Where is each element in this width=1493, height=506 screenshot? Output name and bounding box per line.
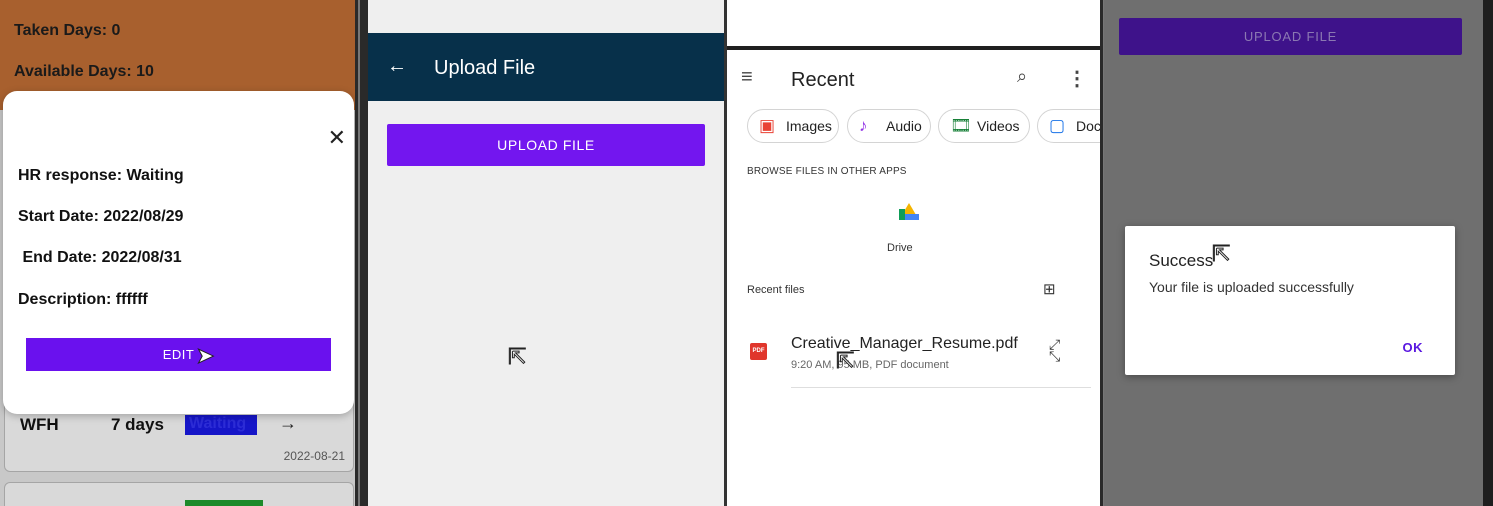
leave-date: 2022-08-21: [283, 449, 345, 463]
audio-icon: ♪: [859, 116, 868, 135]
upload-file-button[interactable]: UPLOAD FILE: [1119, 18, 1462, 55]
chip-label: Audio: [886, 118, 922, 134]
chip-label: Images: [786, 118, 832, 134]
section-heading: Recent files: [747, 284, 805, 296]
file-name: Creative_Manager_Resume.pdf: [791, 335, 1018, 352]
arrow-right-icon[interactable]: →: [279, 413, 297, 434]
leave-list-item[interactable]: [4, 482, 354, 506]
leave-days: 7 days: [111, 415, 164, 434]
edit-button[interactable]: EDIT: [26, 338, 331, 371]
leave-detail-dialog: ✕ HR response: Waiting Start Date: 2022/…: [3, 91, 354, 414]
chip-audio[interactable]: ♪ Audio: [847, 109, 931, 143]
dialog-title: Success: [1149, 251, 1214, 270]
expand-icon[interactable]: ⤢ ⤡: [1049, 337, 1060, 363]
chip-label: Doc: [1076, 118, 1100, 134]
upload-success-screen: UPLOAD FILE Success Your file is uploade…: [1104, 0, 1483, 506]
chip-videos[interactable]: 🎞 Videos: [938, 109, 1030, 143]
end-date-label: End Date: 2022/08/31: [18, 249, 182, 266]
dialog-message: Your file is uploaded successfully: [1149, 279, 1354, 295]
google-drive-icon: [899, 203, 919, 220]
status-bar: [727, 46, 1100, 50]
more-options-icon[interactable]: ⋮: [1067, 66, 1087, 91]
edit-button-label: EDIT: [162, 347, 195, 362]
page-title: Upload File: [434, 57, 536, 79]
video-icon: 🎞: [950, 116, 972, 135]
chip-label: Videos: [977, 118, 1020, 134]
page-title: Recent: [791, 69, 855, 91]
search-icon[interactable]: ⌕: [1017, 66, 1027, 87]
ok-button[interactable]: OK: [1403, 340, 1424, 355]
grid-view-icon[interactable]: ⊞: [1043, 280, 1056, 298]
file-meta: 9:20 AM, 95 MB, PDF document: [791, 359, 949, 371]
available-days-label: Available Days: 10: [14, 63, 154, 80]
mouse-cursor-icon: ⇱: [835, 348, 855, 373]
image-icon: ▣: [759, 116, 776, 135]
pdf-file-icon: PDF: [750, 343, 767, 360]
divider: [791, 387, 1091, 388]
upload-file-button[interactable]: UPLOAD FILE: [387, 124, 705, 166]
drive-label: Drive: [887, 242, 913, 254]
mouse-cursor-icon: ⇱: [507, 344, 527, 369]
back-arrow-icon[interactable]: ←: [387, 55, 407, 78]
screen-edge: [1483, 0, 1493, 506]
description-label: Description: ffffff: [18, 291, 148, 308]
status-badge: [185, 500, 263, 506]
success-dialog: Success Your file is uploaded successful…: [1125, 226, 1455, 375]
app-bar: ← Upload File: [368, 33, 724, 101]
file-picker-screen: ≡ Recent ⌕ ⋮ ▣ Images ♪ Audio 🎞 Videos ▢…: [727, 0, 1100, 506]
panel-divider: [355, 0, 368, 506]
chip-documents[interactable]: ▢ Doc: [1037, 109, 1100, 143]
leave-type: WFH: [20, 415, 59, 434]
start-date-label: Start Date: 2022/08/29: [18, 208, 184, 225]
section-heading: BROWSE FILES IN OTHER APPS: [747, 166, 907, 177]
mouse-cursor-icon: ⇱: [1211, 241, 1231, 266]
taken-days-label: Taken Days: 0: [14, 22, 121, 39]
chip-images[interactable]: ▣ Images: [747, 109, 839, 143]
upload-file-screen: ← Upload File UPLOAD FILE ⇱: [368, 0, 724, 506]
upload-button-label: UPLOAD FILE: [1243, 29, 1338, 44]
mouse-cursor-icon: ➤: [195, 343, 215, 368]
document-icon: ▢: [1049, 116, 1066, 135]
hr-response-label: HR response: Waiting: [18, 167, 184, 184]
close-icon[interactable]: ✕: [328, 127, 346, 149]
leave-details-screen: Taken Days: 0 Available Days: 10 WFH 7 d…: [0, 0, 355, 506]
upload-button-label: UPLOAD FILE: [497, 137, 595, 153]
status-badge: Waiting: [185, 415, 257, 435]
hamburger-menu-icon[interactable]: ≡: [741, 66, 753, 89]
